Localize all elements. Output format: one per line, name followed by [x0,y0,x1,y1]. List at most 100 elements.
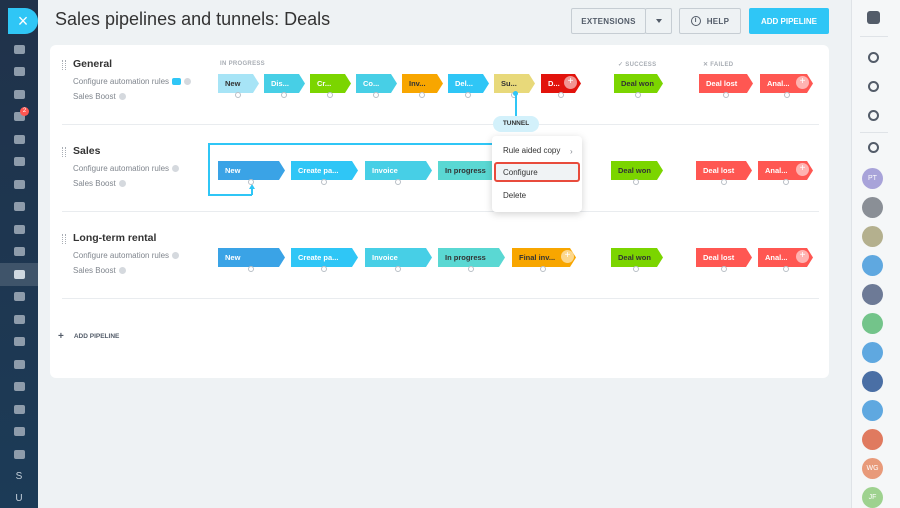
chat-avatar[interactable] [862,313,883,334]
automation-link[interactable]: Configure automation rules [73,77,192,86]
info-icon[interactable] [172,252,180,259]
sign-icon[interactable] [0,376,38,399]
tunnel-badge[interactable]: TUNNEL [493,116,539,132]
chat-avatar[interactable] [862,342,883,363]
avatar[interactable] [862,197,883,218]
menu-item-delete[interactable]: Delete [503,191,526,200]
chat-avatar[interactable] [862,429,883,450]
connector-dot[interactable] [721,266,727,272]
success-stage[interactable]: Deal won [611,161,663,185]
connector-dot[interactable] [540,266,546,272]
bell-icon[interactable] [864,77,882,95]
group-chat-avatar[interactable] [862,371,883,392]
tasks-icon[interactable] [0,61,38,84]
calendar-chat-avatar[interactable] [862,255,883,276]
automation-link[interactable]: Configure automation rules [73,251,180,260]
connector-dot[interactable] [465,92,471,98]
connector-dot[interactable] [783,266,789,272]
connector-dot[interactable] [558,92,564,98]
stage[interactable]: New [218,161,285,185]
info-icon[interactable] [118,93,126,100]
add-stage-icon[interactable]: + [561,250,574,263]
stage[interactable]: Invoice [365,161,432,185]
calendar-chat-avatar[interactable] [862,400,883,421]
connector-dot[interactable] [633,266,639,272]
connector-dot[interactable] [248,179,254,185]
avatar[interactable] [862,284,883,305]
help-button[interactable]: i HELP [679,8,741,34]
extensions-dropdown-button[interactable] [645,8,672,34]
menu-item-configure[interactable]: Configure [503,168,538,177]
failed-stage[interactable]: Deal lost [696,248,752,272]
stage[interactable]: Create pa... [291,248,358,272]
calendar-icon[interactable] [0,128,38,151]
avatar[interactable]: JF [862,487,883,508]
code-icon[interactable] [0,443,38,466]
failed-stage[interactable]: Anal... + [758,161,813,185]
connector-dot[interactable] [395,179,401,185]
stage[interactable]: D... + [541,74,581,98]
menu-item-rule-aided-copy[interactable]: Rule aided copy [503,146,560,155]
connector-dot[interactable] [321,179,327,185]
connector-dot[interactable] [419,92,425,98]
connector-dot[interactable] [783,179,789,185]
add-stage-icon[interactable]: + [796,163,809,176]
crm-icon[interactable] [0,241,38,264]
drag-handle-icon[interactable] [62,60,66,70]
stage[interactable]: New [218,74,259,98]
chat-icon[interactable] [0,83,38,106]
robot-icon[interactable] [0,308,38,331]
feed-icon[interactable] [0,38,38,61]
sidebar-letter-s[interactable]: S [0,466,38,488]
success-stage[interactable]: Deal won [614,74,663,98]
marketing-icon[interactable] [0,421,38,444]
connector-dot[interactable] [248,266,254,272]
bank-icon[interactable] [0,331,38,354]
drag-handle-icon[interactable] [62,234,66,244]
info-icon[interactable] [184,78,192,85]
search-icon[interactable] [864,138,882,156]
stage[interactable]: In progress [438,248,505,272]
cart-icon[interactable] [0,286,38,309]
failed-stage[interactable]: Anal... + [760,74,813,98]
connector-dot[interactable] [468,266,474,272]
sidebar-letter-u[interactable]: U [0,488,38,508]
sales-boost-link[interactable]: Sales Boost [73,179,126,188]
stage[interactable]: Co... [356,74,397,98]
connector-dot[interactable] [281,92,287,98]
stage[interactable]: Invoice [365,248,432,272]
failed-stage[interactable]: Deal lost [696,161,752,185]
box-icon[interactable] [0,398,38,421]
success-stage[interactable]: Deal won [611,248,663,272]
add-pipeline-link[interactable]: + ADD PIPELINE [58,331,119,342]
timeman-icon[interactable] [864,106,882,124]
close-button[interactable]: × [8,8,38,34]
avatar[interactable]: WG [862,458,883,479]
connector-dot[interactable] [235,92,241,98]
add-pipeline-button[interactable]: ADD PIPELINE [749,8,829,34]
stage[interactable]: In progress [438,161,492,185]
avatar[interactable] [862,226,883,247]
automation-link[interactable]: Configure automation rules [73,164,180,173]
stage[interactable]: Final inv... + [512,248,576,272]
connector-dot[interactable] [721,179,727,185]
connector-dot[interactable] [395,266,401,272]
checklist-icon[interactable]: 2 [0,106,38,129]
stage[interactable]: New [218,248,285,272]
copilot-icon[interactable] [864,48,882,66]
connector-dot[interactable] [784,92,790,98]
help-icon[interactable] [864,8,882,26]
connector-dot[interactable] [373,92,379,98]
sales-boost-link[interactable]: Sales Boost [73,92,126,101]
funnel-icon[interactable] [0,263,38,286]
add-stage-icon[interactable]: + [796,250,809,263]
extensions-button[interactable]: EXTENSIONS [571,8,646,34]
failed-stage[interactable]: Anal... + [758,248,813,272]
sales-boost-link[interactable]: Sales Boost [73,266,126,275]
connector-dot[interactable] [327,92,333,98]
groups-icon[interactable] [0,218,38,241]
drive-icon[interactable] [0,173,38,196]
mail-icon[interactable] [0,196,38,219]
info-icon[interactable] [118,180,126,187]
info-icon[interactable] [172,165,180,172]
